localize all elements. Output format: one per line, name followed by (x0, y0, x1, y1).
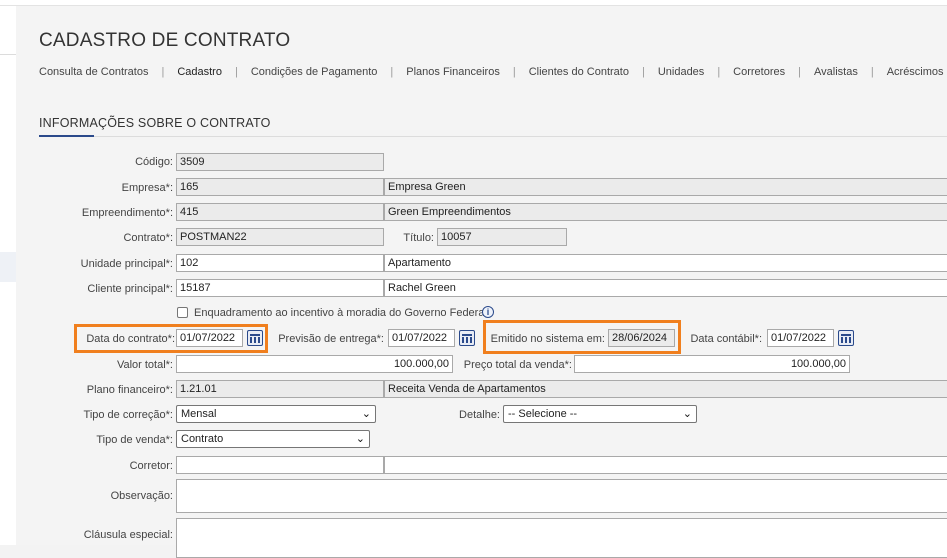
empreendimento-name-field: Green Empreendimentos (384, 203, 947, 221)
detalhe-label: Detalhe: (459, 409, 500, 421)
tab-cadastro[interactable]: Cadastro (177, 66, 222, 78)
preco-total-label: Preço total da venda*: (463, 359, 572, 371)
tab-clientes-do-contrato[interactable]: Clientes do Contrato (529, 66, 629, 78)
data-contabil-field[interactable]: 01/07/2022 (767, 329, 834, 347)
tab-unidades[interactable]: Unidades (658, 66, 704, 78)
codigo-label: Código: (135, 156, 173, 168)
emitido-sistema-field: 28/06/2024 (608, 329, 675, 347)
tipo-venda-label: Tipo de venda*: (96, 434, 173, 446)
cliente-name-field[interactable]: Rachel Green (384, 279, 947, 297)
empresa-code-field[interactable]: 165 (176, 178, 384, 196)
unidade-label: Unidade principal*: (80, 258, 173, 270)
calendar-icon[interactable] (247, 330, 263, 346)
clausula-label: Cláusula especial: (83, 529, 173, 541)
tab-condicoes-de-pagamento[interactable]: Condições de Pagamento (251, 66, 378, 78)
valor-total-field[interactable]: 100.000,00 (176, 355, 453, 373)
empresa-label: Empresa*: (121, 182, 173, 194)
corretor-name-field[interactable] (384, 456, 947, 474)
cliente-code-field[interactable]: 15187 (176, 279, 384, 297)
left-panel-divider (0, 54, 16, 55)
tipo-correcao-value: Mensal (181, 408, 217, 420)
left-panel (0, 6, 16, 545)
section-divider (94, 136, 947, 137)
previsao-entrega-label: Previsão de entrega*: (278, 333, 384, 345)
titulo-label: Título: (403, 232, 434, 244)
observacao-textarea[interactable] (176, 479, 947, 513)
section-title: INFORMAÇÕES SOBRE O CONTRATO (39, 116, 271, 130)
tab-corretores[interactable]: Corretores (733, 66, 785, 78)
contrato-label: Contrato*: (123, 232, 173, 244)
clausula-textarea[interactable] (176, 518, 947, 558)
enquadramento-label: Enquadramento ao incentivo à moradia do … (194, 307, 487, 319)
corretor-code-field[interactable] (176, 456, 384, 474)
left-panel-selected-item[interactable] (0, 252, 16, 282)
observacao-label: Observação: (110, 490, 173, 502)
cliente-label: Cliente principal*: (87, 283, 173, 295)
chevron-down-icon: ⌄ (355, 433, 365, 445)
codigo-field: 3509 (176, 153, 384, 171)
corretor-label: Corretor: (129, 460, 173, 472)
chevron-down-icon: ⌄ (361, 408, 371, 420)
plano-financeiro-code-field[interactable]: 1.21.01 (176, 380, 384, 398)
valor-total-label: Valor total*: (116, 359, 173, 371)
tab-acrescimos[interactable]: Acréscimos (887, 66, 944, 78)
enquadramento-checkbox[interactable] (177, 307, 188, 318)
data-contabil-label: Data contábil*: (690, 333, 762, 345)
plano-financeiro-name-field: Receita Venda de Apartamentos (384, 380, 947, 398)
contrato-field[interactable]: POSTMAN22 (176, 228, 384, 246)
previsao-entrega-field[interactable]: 01/07/2022 (388, 329, 455, 347)
unidade-code-field[interactable]: 102 (176, 254, 384, 272)
tab-bar: Consulta de Contratos | Cadastro | Condições… (39, 66, 944, 78)
data-contrato-label: Data do contrato*: (86, 333, 175, 345)
info-icon[interactable]: i (482, 306, 494, 318)
titulo-field: 10057 (437, 228, 567, 246)
page-title: CADASTRO DE CONTRATO (39, 30, 291, 51)
tipo-venda-select[interactable]: Contrato ⌄ (176, 430, 370, 448)
emitido-sistema-label: Emitido no sistema em: (490, 333, 605, 345)
empreendimento-label: Empreendimento*: (81, 207, 173, 219)
chevron-down-icon: ⌄ (682, 408, 692, 420)
data-contrato-field[interactable]: 01/07/2022 (176, 329, 243, 347)
tab-avalistas[interactable]: Avalistas (814, 66, 858, 78)
tipo-correcao-label: Tipo de correção*: (83, 409, 173, 421)
empresa-name-field: Empresa Green (384, 178, 947, 196)
plano-financeiro-label: Plano financeiro*: (86, 384, 173, 396)
detalhe-value: -- Selecione -- (508, 408, 578, 420)
section-underline (39, 135, 94, 137)
preco-total-field[interactable]: 100.000,00 (574, 355, 850, 373)
calendar-icon[interactable] (838, 330, 854, 346)
calendar-icon[interactable] (459, 330, 475, 346)
tipo-venda-value: Contrato (181, 433, 224, 445)
empreendimento-code-field[interactable]: 415 (176, 203, 384, 221)
tab-consulta-de-contratos[interactable]: Consulta de Contratos (39, 66, 148, 78)
unidade-name-field[interactable]: Apartamento (384, 254, 947, 272)
tab-planos-financeiros[interactable]: Planos Financeiros (406, 66, 500, 78)
detalhe-select[interactable]: -- Selecione -- ⌄ (503, 405, 697, 423)
tipo-correcao-select[interactable]: Mensal ⌄ (176, 405, 376, 423)
